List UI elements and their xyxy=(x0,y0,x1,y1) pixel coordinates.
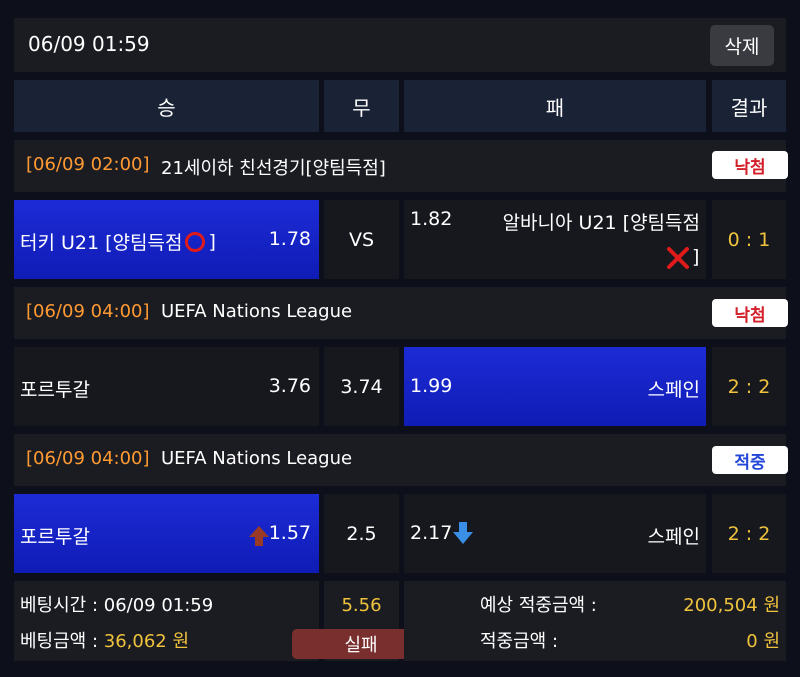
game-time: [06/09 04:00] xyxy=(26,448,150,469)
bet-time: 베팅시간 : 06/09 01:59 xyxy=(20,595,214,616)
bet-amount-row: 베팅금액 : 36,062 원 xyxy=(20,627,189,653)
home-team: 터키 U21 [양팀득점 ] xyxy=(20,228,216,255)
bet-amount: 36,062 원 xyxy=(103,631,190,652)
game-info-row: [06/09 04:00] UEFA Nations League 적중 xyxy=(14,434,788,486)
home-pick-cell[interactable]: 터키 U21 [양팀득점 ] 1.78 xyxy=(14,200,319,279)
bet-amount-label: 베팅금액 : xyxy=(20,631,99,652)
home-team-name: 터키 U21 [양팀득점 xyxy=(20,232,183,254)
game-time: [06/09 02:00] xyxy=(26,154,150,175)
game-league: 21세이하 친선경기[양팀득점] xyxy=(161,158,386,179)
status-badge: 낙첨 xyxy=(712,299,788,327)
away-odds: 1.99 xyxy=(410,375,453,397)
home-team-suffix: ] xyxy=(208,230,216,253)
away-pick-cell[interactable]: 2.17 스페인 xyxy=(404,494,706,573)
draw-cell[interactable]: 2.5 xyxy=(324,494,399,573)
away-pick-cell[interactable]: 1.82 알바니아 U21 [양팀득점 ] xyxy=(404,200,706,279)
score-cell: 0 : 1 xyxy=(712,200,786,279)
expected-amount: 200,504 원 xyxy=(683,595,780,616)
home-pick-cell[interactable]: 포르투갈 1.57 xyxy=(14,494,319,573)
delete-button[interactable]: 삭제 xyxy=(710,25,774,66)
home-odds: 3.76 xyxy=(268,375,311,397)
ticket-datetime: 06/09 01:59 xyxy=(28,32,150,56)
home-team-name: 포르투갈 xyxy=(20,526,90,548)
game-info-row: [06/09 04:00] UEFA Nations League 낙첨 xyxy=(14,287,788,339)
away-pick-cell[interactable]: 1.99 스페인 xyxy=(404,347,706,426)
away-team-name: 스페인 xyxy=(647,379,700,401)
game-league: UEFA Nations League xyxy=(161,448,353,469)
game-info-row: [06/09 02:00] 21세이하 친선경기[양팀득점] 낙첨 xyxy=(14,140,788,192)
win-amount: 0 원 xyxy=(746,631,780,652)
game-time: [06/09 04:00] xyxy=(26,301,150,322)
circle-mark-icon xyxy=(185,231,206,252)
draw-cell[interactable]: VS xyxy=(324,200,399,279)
away-team-suffix: ] xyxy=(692,246,700,268)
expected-label: 예상 적중금액 : xyxy=(480,595,597,616)
away-odds: 2.17 xyxy=(410,522,453,544)
home-pick-cell[interactable]: 포르투갈 3.76 xyxy=(14,347,319,426)
column-result: 결과 xyxy=(712,80,786,132)
column-draw: 무 xyxy=(324,80,399,132)
win-label: 적중금액 : xyxy=(480,631,559,652)
home-odds: 1.78 xyxy=(268,228,311,250)
bet-info-panel: 베팅시간 : 06/09 01:59 베팅금액 : 36,062 원 xyxy=(14,581,319,661)
total-odds: 5.56 xyxy=(341,595,382,616)
away-odds: 1.82 xyxy=(410,208,453,230)
ticket-header: 06/09 01:59 삭제 xyxy=(14,18,786,72)
expected-panel: 예상 적중금액 : 200,504 원 적중금액 : 0 원 xyxy=(404,581,786,661)
draw-cell[interactable]: 3.74 xyxy=(324,347,399,426)
home-team-name: 포르투갈 xyxy=(20,379,90,401)
home-odds: 1.57 xyxy=(268,522,311,544)
column-win: 승 xyxy=(14,80,319,132)
score-cell: 2 : 2 xyxy=(712,494,786,573)
down-arrow-icon xyxy=(452,520,474,546)
column-lose: 패 xyxy=(404,80,706,132)
game-league: UEFA Nations League xyxy=(161,301,353,322)
up-arrow-icon xyxy=(248,524,270,548)
away-team-name: 스페인 xyxy=(647,526,700,548)
status-badge: 낙첨 xyxy=(712,151,788,179)
x-mark-icon xyxy=(666,246,690,270)
status-badge: 적중 xyxy=(712,446,788,474)
score-cell: 2 : 2 xyxy=(712,347,786,426)
away-team-name: 알바니아 U21 [양팀득점 xyxy=(502,212,700,234)
